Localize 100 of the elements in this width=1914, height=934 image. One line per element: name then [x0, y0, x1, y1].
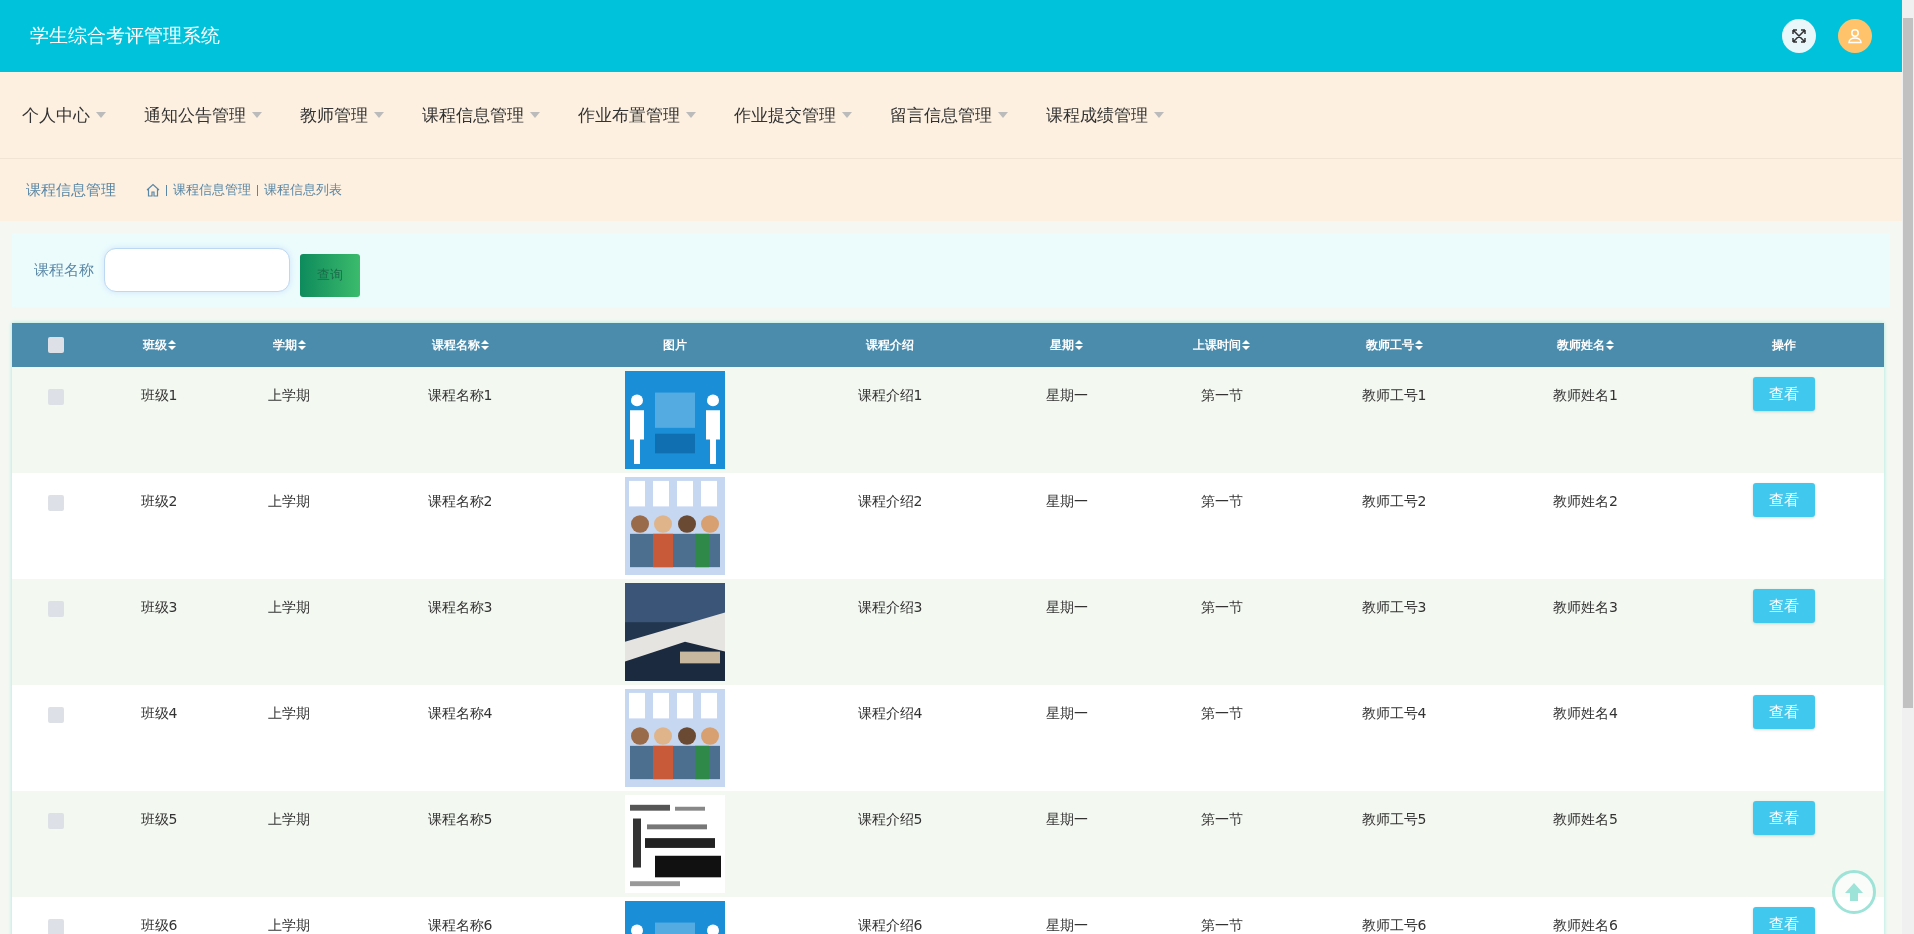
nav-menu-item[interactable]: 课程信息管理: [422, 103, 540, 127]
nav-menu-item[interactable]: 教师管理: [300, 103, 384, 127]
table-cell: 班级2: [140, 493, 178, 509]
sort-icon: [480, 340, 489, 350]
column-header[interactable]: 班级: [100, 336, 218, 354]
table-cell: 星期一: [1045, 917, 1088, 933]
table-cell: 课程介绍6: [857, 917, 923, 933]
table-cell: 课程名称6: [427, 917, 493, 933]
table-cell: 课程名称1: [427, 387, 493, 403]
table-cell: 上学期: [268, 599, 310, 615]
caret-icon: [998, 112, 1008, 118]
table-cell: 课程介绍3: [857, 599, 923, 615]
column-header[interactable]: 教师工号: [1300, 336, 1488, 354]
view-button[interactable]: 查看: [1752, 801, 1815, 835]
view-button[interactable]: 查看: [1752, 907, 1815, 934]
table-cell: 第一节: [1200, 705, 1243, 721]
table-cell: 课程介绍5: [857, 811, 923, 827]
table-cell: 教师工号3: [1361, 599, 1427, 615]
table-cell: 第一节: [1200, 599, 1243, 615]
table-cell: 教师工号6: [1361, 917, 1427, 933]
table-cell: 课程名称4: [427, 705, 493, 721]
table-cell: 教师姓名4: [1553, 705, 1618, 721]
row-checkbox[interactable]: [48, 919, 64, 934]
breadcrumb-link[interactable]: 课程信息列表: [264, 181, 342, 199]
row-checkbox[interactable]: [48, 707, 64, 723]
table-cell: 第一节: [1200, 493, 1243, 509]
table-cell: 上学期: [268, 705, 310, 721]
table-cell: 第一节: [1200, 917, 1243, 933]
breadcrumb-link[interactable]: 课程信息管理: [173, 181, 251, 199]
back-to-top-button[interactable]: [1832, 870, 1876, 914]
select-all-checkbox[interactable]: [48, 337, 64, 353]
table-cell: 课程介绍1: [857, 387, 923, 403]
view-button[interactable]: 查看: [1752, 589, 1815, 623]
table-cell: 教师工号4: [1361, 705, 1427, 721]
table-cell: 教师姓名6: [1553, 917, 1618, 933]
table-cell: 星期一: [1045, 387, 1088, 403]
caret-icon: [374, 112, 384, 118]
table-cell: 上学期: [268, 917, 310, 933]
table-cell: 上学期: [268, 493, 310, 509]
caret-icon: [686, 112, 696, 118]
arrow-up-icon: [1843, 881, 1865, 903]
user-icon[interactable]: [1838, 19, 1872, 53]
table-cell: 星期一: [1045, 599, 1088, 615]
table-cell: 上学期: [268, 811, 310, 827]
table-cell: 教师姓名2: [1553, 493, 1618, 509]
table-cell: 教师工号2: [1361, 493, 1427, 509]
caret-icon: [842, 112, 852, 118]
caret-icon: [1154, 112, 1164, 118]
table-cell: 上学期: [268, 387, 310, 403]
fullscreen-icon[interactable]: [1782, 19, 1816, 53]
app-title: 学生综合考评管理系统: [30, 23, 221, 48]
column-header[interactable]: 教师姓名: [1488, 336, 1683, 354]
caret-icon: [530, 112, 540, 118]
page-title: 课程信息管理: [26, 180, 116, 200]
sort-icon: [297, 340, 306, 350]
nav-menu-item[interactable]: 作业布置管理: [578, 103, 696, 127]
table-cell: 班级5: [140, 811, 178, 827]
column-header: 操作: [1770, 336, 1797, 354]
table-cell: 星期一: [1045, 493, 1088, 509]
table-cell: 第一节: [1200, 387, 1243, 403]
caret-icon: [252, 112, 262, 118]
table-cell: 教师姓名3: [1553, 599, 1618, 615]
table-cell: 课程名称2: [427, 493, 493, 509]
table-cell: 星期一: [1045, 705, 1088, 721]
table-cell: 教师姓名5: [1553, 811, 1618, 827]
table-cell: 教师工号5: [1361, 811, 1427, 827]
nav-menu-item[interactable]: 个人中心: [22, 103, 106, 127]
table-cell: 课程介绍2: [857, 493, 923, 509]
column-header[interactable]: 学期: [218, 336, 360, 354]
home-icon[interactable]: [146, 183, 160, 197]
table-cell: 班级3: [140, 599, 178, 615]
nav-menu-item[interactable]: 课程成绩管理: [1046, 103, 1164, 127]
sort-icon: [1242, 340, 1250, 350]
nav-menu-item[interactable]: 作业提交管理: [734, 103, 852, 127]
nav-menu-item[interactable]: 通知公告管理: [144, 103, 262, 127]
column-header[interactable]: 星期: [990, 336, 1143, 354]
table-cell: 星期一: [1045, 811, 1088, 827]
view-button[interactable]: 查看: [1752, 483, 1815, 517]
sort-icon: [1075, 340, 1083, 350]
table-cell: 班级4: [140, 705, 178, 721]
sort-icon: [1606, 340, 1614, 350]
column-header: 图片: [662, 336, 688, 354]
table-cell: 课程名称5: [427, 811, 493, 827]
column-header[interactable]: 上课时间: [1143, 336, 1300, 354]
course-name-field[interactable]: [104, 248, 290, 292]
table-cell: 教师工号1: [1361, 387, 1427, 403]
sort-icon: [1414, 340, 1423, 350]
table-cell: 课程介绍4: [857, 705, 923, 721]
table-cell: 班级1: [140, 387, 178, 403]
search-label: 课程名称: [34, 260, 94, 280]
table-cell: 课程名称3: [427, 599, 493, 615]
view-button[interactable]: 查看: [1752, 377, 1815, 411]
caret-icon: [96, 112, 106, 118]
table-cell: 第一节: [1200, 811, 1243, 827]
scrollbar[interactable]: [1902, 0, 1914, 934]
view-button[interactable]: 查看: [1752, 695, 1815, 729]
table-cell: 教师姓名1: [1553, 387, 1618, 403]
row-checkbox[interactable]: [48, 495, 64, 511]
column-header[interactable]: 课程名称: [360, 336, 560, 354]
nav-menu-item[interactable]: 留言信息管理: [890, 103, 1008, 127]
